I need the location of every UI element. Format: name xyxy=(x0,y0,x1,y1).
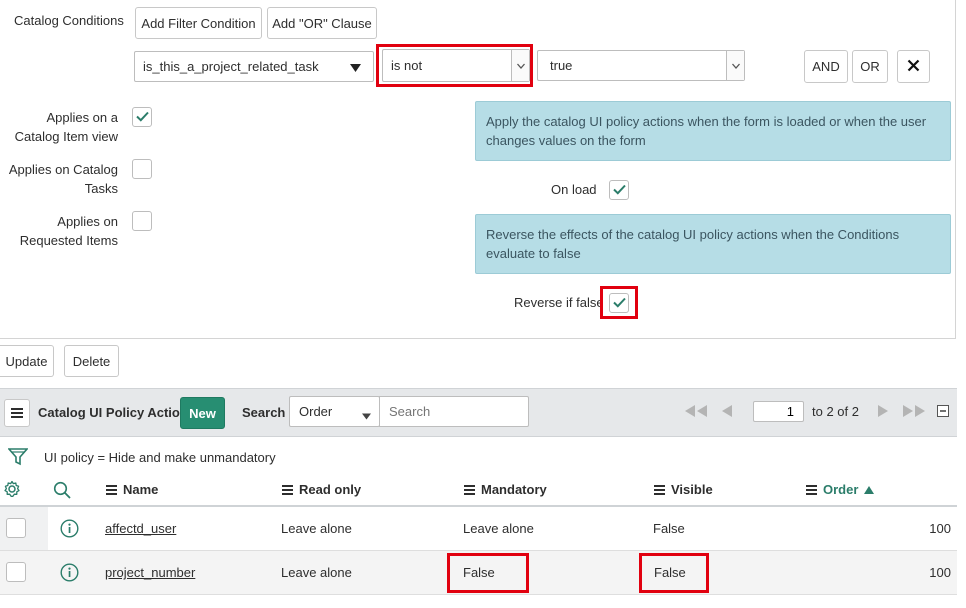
sort-asc-icon xyxy=(864,482,875,497)
row-select-checkbox[interactable] xyxy=(6,518,26,538)
column-header-read-only[interactable]: Read only xyxy=(282,482,361,497)
row-select-checkbox[interactable] xyxy=(6,562,26,582)
condition-field-value: is_this_a_project_related_task xyxy=(143,59,319,74)
search-field-select[interactable]: Order xyxy=(289,396,380,427)
form-divider xyxy=(0,338,956,339)
check-icon xyxy=(612,296,626,311)
column-header-label: Name xyxy=(123,482,159,497)
column-header-label: Visible xyxy=(671,482,713,497)
on-load-label: On load xyxy=(551,182,597,197)
check-icon xyxy=(135,110,149,125)
column-header-order[interactable]: Order xyxy=(806,482,875,497)
row-read-only: Leave alone xyxy=(281,521,352,536)
column-header-label: Read only xyxy=(299,482,362,497)
onload-info-box: Apply the catalog UI policy actions when… xyxy=(475,101,951,161)
search-field-value: Order xyxy=(299,404,333,419)
hamburger-icon xyxy=(106,483,117,497)
page-range-text: to 2 of 2 xyxy=(812,404,859,419)
row-name-link[interactable]: affectd_user xyxy=(105,520,176,538)
prev-page-icon[interactable] xyxy=(722,405,733,420)
conditions-label: Catalog Conditions xyxy=(14,13,124,28)
row-read-only: Leave alone xyxy=(281,565,352,580)
funnel-icon[interactable] xyxy=(7,447,29,470)
dropdown-caret-icon xyxy=(511,50,529,81)
reverse-if-false-checkbox[interactable] xyxy=(609,293,629,313)
form-divider xyxy=(955,0,956,338)
hamburger-icon xyxy=(464,483,475,497)
row-visible: False xyxy=(653,521,685,536)
next-page-icon[interactable] xyxy=(877,405,888,420)
row-mandatory: False xyxy=(463,565,495,580)
filter-breadcrumb[interactable]: UI policy = Hide and make unmandatory xyxy=(44,450,276,465)
gear-icon[interactable] xyxy=(3,480,21,501)
column-header-name[interactable]: Name xyxy=(106,482,158,497)
delete-button[interactable]: Delete xyxy=(64,345,119,377)
condition-operator-value: is not xyxy=(391,58,423,73)
row-mandatory: Leave alone xyxy=(463,521,534,536)
applies-catalog-tasks-label: Applies on Catalog Tasks xyxy=(8,162,118,196)
column-header-label: Order xyxy=(823,482,859,497)
remove-condition-button[interactable] xyxy=(897,50,930,83)
on-load-checkbox[interactable] xyxy=(609,180,629,200)
list-title: Catalog UI Policy Actions xyxy=(38,405,195,420)
reverse-if-false-label: Reverse if false xyxy=(514,295,604,310)
applies-catalog-item-view-checkbox[interactable] xyxy=(132,107,152,127)
collapse-icon[interactable] xyxy=(937,405,949,420)
list-menu-button[interactable] xyxy=(4,399,30,427)
column-header-mandatory[interactable]: Mandatory xyxy=(464,482,547,497)
and-button[interactable]: AND xyxy=(804,50,848,83)
update-button[interactable]: Update xyxy=(0,345,54,377)
reverse-info-box: Reverse the effects of the catalog UI po… xyxy=(475,214,951,274)
applies-requested-items-checkbox[interactable] xyxy=(132,211,152,231)
row-name-link[interactable]: project_number xyxy=(105,564,195,582)
row-visible: False xyxy=(654,565,686,580)
info-icon[interactable] xyxy=(60,519,79,541)
hamburger-icon xyxy=(11,406,23,420)
condition-operator-select[interactable]: is not xyxy=(382,49,530,82)
hamburger-icon xyxy=(806,483,817,497)
new-button[interactable]: New xyxy=(180,397,225,429)
row-order: 100 xyxy=(929,565,951,580)
or-button[interactable]: OR xyxy=(852,50,888,83)
applies-requested-items-label: Applies on Requested Items xyxy=(19,214,118,248)
condition-value-select[interactable]: true xyxy=(537,50,745,81)
search-label: Search xyxy=(242,405,286,420)
check-icon xyxy=(612,183,626,198)
condition-field-select[interactable]: is_this_a_project_related_task xyxy=(134,51,374,82)
search-icon[interactable] xyxy=(53,481,71,502)
dropdown-caret-icon xyxy=(726,51,744,80)
column-header-visible[interactable]: Visible xyxy=(654,482,713,497)
add-or-clause-button[interactable]: Add "OR" Clause xyxy=(267,7,377,39)
row-order: 100 xyxy=(929,521,951,536)
last-page-icon[interactable] xyxy=(902,405,926,420)
dropdown-caret-icon xyxy=(362,408,371,423)
column-header-label: Mandatory xyxy=(481,482,547,497)
search-input[interactable] xyxy=(379,396,529,427)
hamburger-icon xyxy=(654,483,665,497)
dropdown-caret-icon xyxy=(350,61,361,76)
hamburger-icon xyxy=(282,483,293,497)
page-number-input[interactable] xyxy=(753,401,804,422)
close-icon xyxy=(907,59,920,75)
condition-value-value: true xyxy=(550,58,573,73)
applies-catalog-item-view-label: Applies on a Catalog Item view xyxy=(14,110,118,144)
info-icon[interactable] xyxy=(60,563,79,585)
applies-catalog-tasks-checkbox[interactable] xyxy=(132,159,152,179)
add-filter-condition-button[interactable]: Add Filter Condition xyxy=(135,7,262,39)
first-page-icon[interactable] xyxy=(684,405,708,420)
